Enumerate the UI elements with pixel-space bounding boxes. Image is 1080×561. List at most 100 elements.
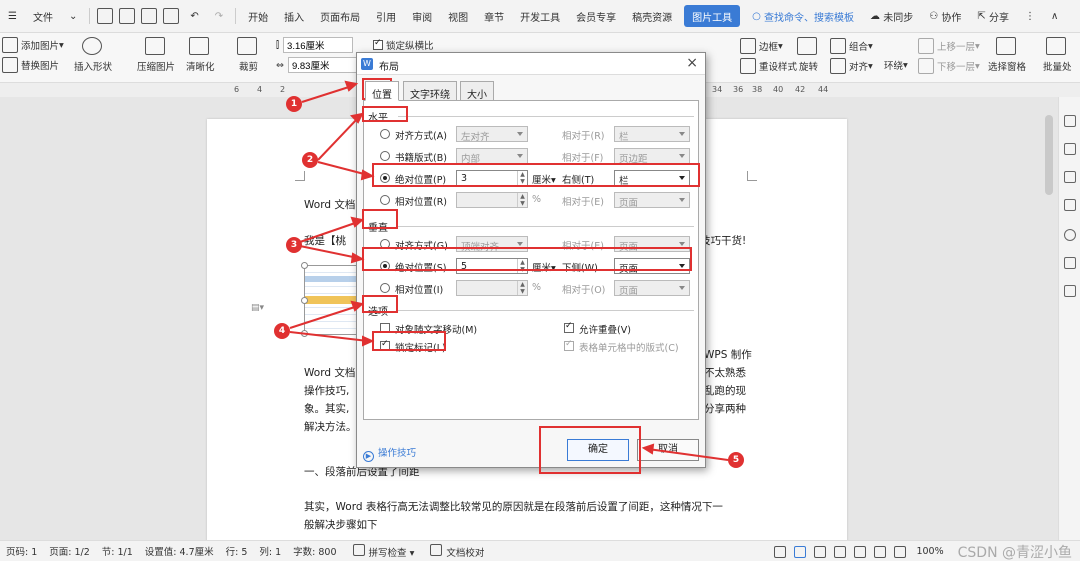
allow-overlap-checkbox[interactable]: [564, 321, 574, 333]
hamburger-icon[interactable]: ☰: [0, 0, 25, 33]
h-book-rel-select[interactable]: 页边距: [614, 148, 690, 165]
collapse-icon[interactable]: ∧: [1043, 0, 1066, 33]
h-relative-rel-select[interactable]: 页面: [614, 192, 690, 209]
tab-position[interactable]: 位置: [365, 81, 399, 101]
compress-button[interactable]: 压缩图片: [137, 37, 175, 73]
slider-icon[interactable]: [1064, 171, 1076, 183]
v-align-rel-select[interactable]: 页面: [614, 236, 690, 253]
resize-handle[interactable]: [301, 330, 308, 337]
search-box[interactable]: ○ 查找命令、搜索模板: [744, 0, 862, 33]
redo-icon[interactable]: ↷: [207, 0, 231, 33]
reset-style-button[interactable]: 重设样式: [740, 58, 797, 74]
ok-button[interactable]: 确定: [567, 439, 629, 461]
width-field[interactable]: ⇔: [276, 57, 358, 73]
export-icon[interactable]: [119, 8, 136, 24]
wrap-button[interactable]: 环绕 ▾: [884, 58, 908, 73]
adjust-icon[interactable]: [1064, 199, 1076, 211]
table-cell-layout-checkbox[interactable]: [564, 339, 574, 351]
tab-review[interactable]: 审阅: [404, 0, 440, 33]
more-icon[interactable]: ⋮: [1017, 0, 1043, 33]
collab-button[interactable]: ⚇ 协作: [921, 0, 969, 33]
tab-member[interactable]: 会员专享: [568, 0, 624, 33]
pin-icon[interactable]: [1064, 115, 1076, 127]
close-icon[interactable]: ×: [686, 55, 698, 71]
border-button[interactable]: 边框 ▾: [740, 38, 783, 54]
web-view-icon[interactable]: [854, 545, 867, 558]
insert-shape-button[interactable]: 插入形状: [74, 37, 112, 73]
read-view-icon[interactable]: [834, 545, 847, 558]
v-relative-radio[interactable]: [380, 283, 390, 293]
h-relative-input[interactable]: ▲ ▼: [456, 192, 528, 208]
lock-anchor-checkbox[interactable]: [380, 339, 390, 351]
v-align-select[interactable]: 顶端对齐: [456, 236, 528, 253]
preview-icon[interactable]: [163, 8, 180, 24]
dialog-titlebar[interactable]: W 布局 ×: [357, 53, 705, 75]
eye-icon[interactable]: [774, 545, 787, 558]
v-align-radio[interactable]: [380, 239, 390, 249]
file-dropdown-icon[interactable]: ⌄: [61, 0, 85, 33]
select-pane-button[interactable]: 选择窗格: [988, 37, 1026, 73]
spin-down-icon[interactable]: ▼: [517, 288, 527, 295]
h-align-select[interactable]: 左对齐: [456, 126, 528, 143]
write-view-icon[interactable]: [874, 545, 887, 558]
tab-resources[interactable]: 稿壳资源: [624, 0, 680, 33]
page-view-icon[interactable]: [794, 545, 807, 558]
spin-down-icon[interactable]: ▼: [517, 178, 527, 185]
tab-references[interactable]: 引用: [368, 0, 404, 33]
tab-chapter[interactable]: 章节: [476, 0, 512, 33]
h-absolute-input[interactable]: 3 ▲ ▼: [456, 170, 528, 186]
add-image-button[interactable]: 添加图片 ▾: [2, 37, 64, 53]
h-book-select[interactable]: 内部: [456, 148, 528, 165]
h-absolute-rel-select[interactable]: 栏: [614, 170, 690, 187]
v-absolute-unit[interactable]: 厘米▾: [532, 260, 556, 274]
zoom-level[interactable]: 100%: [910, 546, 949, 557]
v-relative-input[interactable]: ▲ ▼: [456, 280, 528, 296]
v-absolute-input[interactable]: 5 ▲ ▼: [456, 258, 528, 274]
v-relative-rel-select[interactable]: 页面: [614, 280, 690, 297]
help-icon[interactable]: [1064, 229, 1076, 241]
cancel-button[interactable]: 取消: [637, 439, 699, 461]
batch-button[interactable]: 批量处: [1043, 37, 1072, 73]
tips-link[interactable]: ▶ 操作技巧: [363, 445, 416, 462]
resize-handle[interactable]: [301, 262, 308, 269]
spin-down-icon[interactable]: ▼: [517, 200, 527, 207]
h-relative-radio[interactable]: [380, 195, 390, 205]
v-absolute-rel-select[interactable]: 页面: [614, 258, 690, 275]
sharpen-button[interactable]: 清晰化: [186, 37, 215, 73]
tab-text-wrap[interactable]: 文字环绕: [403, 81, 457, 101]
layout-options-icon[interactable]: ▤▾: [251, 303, 264, 313]
undo-icon[interactable]: ↶: [182, 0, 206, 33]
tab-insert[interactable]: 插入: [276, 0, 312, 33]
lock-ratio-check[interactable]: [373, 38, 383, 50]
spin-up-icon[interactable]: ▲: [517, 193, 527, 200]
h-align-rel-select[interactable]: 栏: [614, 126, 690, 143]
status-wordcount[interactable]: 字数: 800: [287, 544, 342, 558]
rotate-button[interactable]: 旋转: [797, 37, 820, 73]
tab-picture-tools[interactable]: 图片工具: [684, 5, 741, 27]
pen-icon[interactable]: [1064, 143, 1076, 155]
sync-button[interactable]: ☁ 未同步: [862, 0, 921, 33]
print-preview-icon[interactable]: [1064, 257, 1076, 269]
spellcheck-button[interactable]: 拼写检查 ▾: [343, 543, 421, 559]
resize-handle[interactable]: [301, 297, 308, 304]
tab-page-layout[interactable]: 页面布局: [312, 0, 368, 33]
replace-image-button[interactable]: 替换图片: [2, 57, 59, 73]
h-book-radio[interactable]: [380, 151, 390, 161]
spin-down-icon[interactable]: ▼: [517, 266, 527, 273]
move-with-text-checkbox[interactable]: [380, 323, 390, 333]
h-absolute-unit[interactable]: 厘米▾: [532, 172, 556, 186]
selected-image[interactable]: [301, 262, 362, 337]
tab-home[interactable]: 开始: [240, 0, 276, 33]
tab-view[interactable]: 视图: [440, 0, 476, 33]
v-absolute-radio[interactable]: [380, 261, 390, 271]
vertical-scrollbar[interactable]: [1045, 115, 1053, 195]
print-icon[interactable]: [141, 8, 158, 24]
tab-size[interactable]: 大小: [460, 81, 494, 101]
lock-ratio-checkbox[interactable]: 锁定纵横比: [373, 38, 434, 52]
proofread-button[interactable]: 文档校对: [420, 543, 490, 559]
file-menu[interactable]: 文件: [25, 0, 61, 33]
spin-up-icon[interactable]: ▲: [517, 281, 527, 288]
share-button[interactable]: ⇱ 分享: [969, 0, 1017, 33]
width-input[interactable]: [287, 57, 358, 73]
fit-icon[interactable]: [894, 545, 907, 558]
